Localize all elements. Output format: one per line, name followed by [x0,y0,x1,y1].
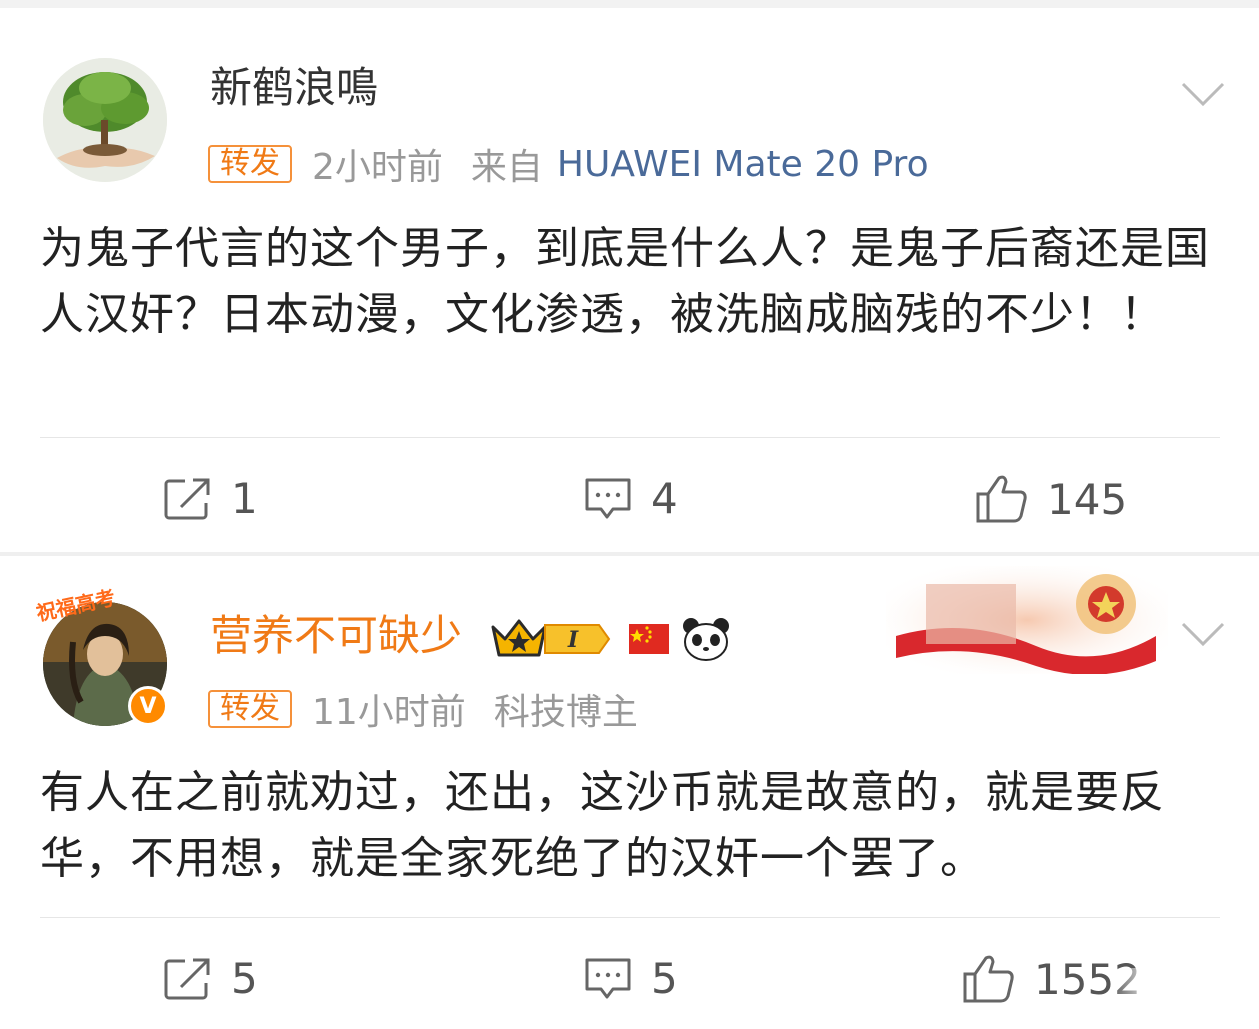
repost-tag: 转发 [208,690,292,728]
post-meta: 转发 11小时前 科技博主 [208,683,638,735]
comment-button[interactable]: 4 [583,474,678,523]
divider [40,917,1220,918]
top-separator [0,0,1259,8]
avatar[interactable] [43,58,167,182]
repost-button[interactable]: 1 [163,474,258,523]
divider [40,437,1220,438]
comment-button[interactable]: 5 [583,954,678,1003]
verified-badge: V [128,686,168,726]
comment-icon [585,478,631,518]
comment-card: 祝福高考 V 营养不可缺少 I 转发 11小时前 科技博主 有人在之前就劝过，还… [0,556,1259,1029]
post-meta: 转发 2小时前 来自 HUAWEI Mate 20 Pro [208,138,929,190]
like-icon [976,475,1027,523]
username[interactable]: 营养不可缺少 [210,611,462,660]
device-link[interactable]: HUAWEI Mate 20 Pro [557,144,929,185]
like-count: 145 [1047,474,1128,524]
comment-card: 新鹤浪鳴 转发 2小时前 来自 HUAWEI Mate 20 Pro 为鬼子代言… [0,8,1259,552]
repost-icon [164,478,210,519]
watermark-fade [1110,968,1259,1029]
level-badge[interactable]: I [543,619,613,659]
repost-button[interactable]: 5 [163,954,258,1003]
username-row: 营养不可缺少 I [210,612,731,662]
chevron-down-icon[interactable] [1180,80,1226,108]
like-icon [963,955,1014,1003]
timestamp: 11小时前 [312,692,466,733]
repost-icon [164,958,210,999]
panda-icon[interactable] [681,616,731,662]
user-tag: 科技博主 [493,692,638,733]
like-button[interactable]: 145 [975,474,1127,524]
decoration-banner [886,566,1168,674]
post-content: 为鬼子代言的这个男子，到底是什么人？是鬼子后裔还是国人汉奸？日本动漫，文化渗透，… [40,223,1210,340]
crown-icon[interactable] [489,617,549,661]
repost-count: 1 [231,474,258,523]
comment-icon [585,958,631,998]
timestamp: 2小时前 [312,147,443,188]
comment-count: 4 [651,474,678,523]
post-content: 有人在之前就劝过，还出，这沙币就是故意的，就是要反华，不用想，就是全家死绝了的汉… [40,767,1165,884]
user-badges: I [489,616,731,662]
comment-count: 5 [651,954,678,1003]
china-flag-icon[interactable] [627,620,671,658]
chevron-down-icon[interactable] [1180,620,1226,648]
repost-count: 5 [231,954,258,1003]
svg-text:I: I [567,627,579,653]
source-prefix: 来自 [470,147,543,188]
repost-tag: 转发 [208,145,292,183]
username[interactable]: 新鹤浪鳴 [210,64,378,112]
